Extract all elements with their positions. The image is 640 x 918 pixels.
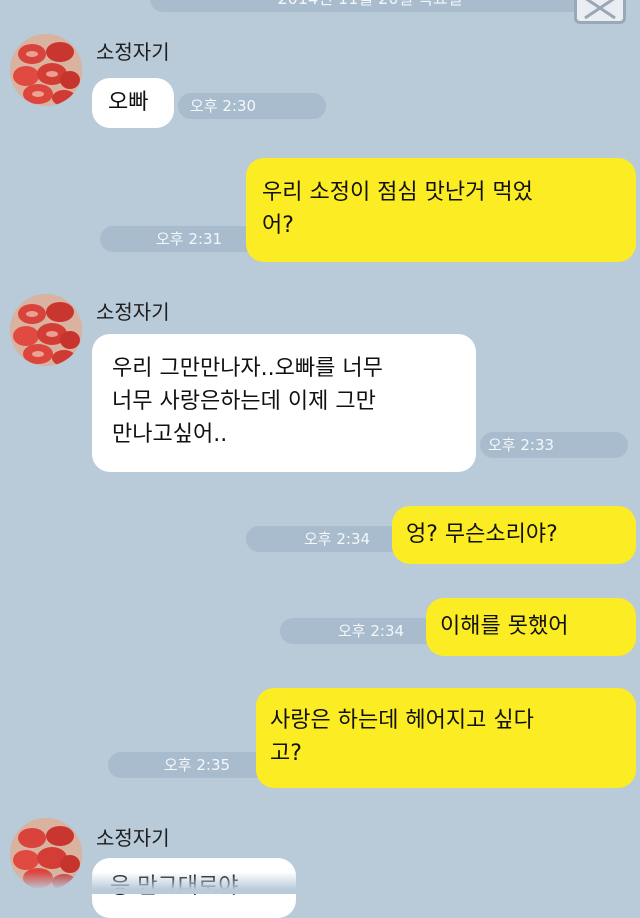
date-divider: 2014년 11월 20일 목요일 [150,0,590,12]
message-time: 오후 2:30 [178,93,326,119]
message-text: 어? [262,213,294,238]
message-time: 오후 2:31 [100,226,260,252]
message-text: 오빠 [108,90,149,115]
contact-name: 소정자기 [96,300,170,324]
strawberry-avatar-icon [10,34,82,106]
message-bubble-outgoing[interactable]: 사랑은 하는데 헤어지고 싶다 고? [256,688,636,788]
message-text: 만나고싶어.. [112,422,228,447]
message-time: 오후 2:34 [246,526,406,552]
message-text: 우리 그만만나자..오빠를 너무 [112,356,383,381]
message-text: 우리 소정이 점심 맛난거 먹었 [262,180,533,205]
date-divider-text: 2014년 11월 20일 목요일 [277,0,462,8]
bottom-fade [0,872,640,894]
message-bubble-incoming[interactable]: 오빠 [92,78,174,128]
close-icon [584,0,616,20]
message-bubble-outgoing[interactable]: 우리 소정이 점심 맛난거 먹었 어? [246,158,636,262]
message-time: 오후 2:35 [108,752,268,778]
message-time: 오후 2:34 [280,618,440,644]
message-time: 오후 2:33 [480,432,628,458]
message-text: 엉? 무슨소리야? [406,522,558,547]
message-text: 이해를 못했어 [440,614,569,639]
contact-name: 소정자기 [96,40,170,64]
message-bubble-outgoing[interactable]: 이해를 못했어 [426,598,636,656]
message-text: 사랑은 하는데 헤어지고 싶다 [270,708,534,733]
strawberry-avatar-icon [10,294,82,366]
avatar[interactable] [10,294,82,366]
message-text: 고? [270,741,302,766]
message-bubble-incoming[interactable]: 우리 그만만나자..오빠를 너무 너무 사랑은하는데 이제 그만 만나고싶어.. [92,334,476,472]
message-bubble-outgoing[interactable]: 엉? 무슨소리야? [392,506,636,564]
avatar[interactable] [10,34,82,106]
message-text: 너무 사랑은하는데 이제 그만 [112,389,376,414]
close-button[interactable] [574,0,626,24]
contact-name: 소정자기 [96,826,170,850]
